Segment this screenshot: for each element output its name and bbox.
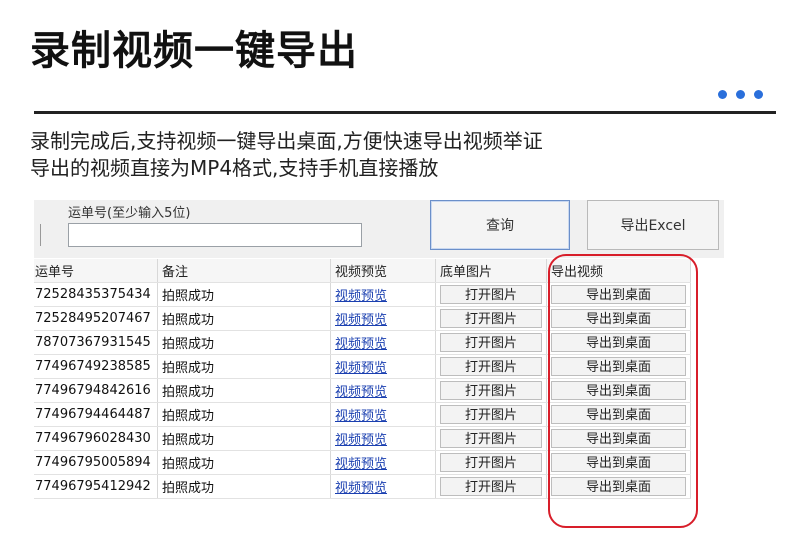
video-preview-cell: 视频预览: [330, 306, 436, 331]
video-preview-cell: 视频预览: [330, 354, 436, 379]
note-cell: 拍照成功: [157, 474, 331, 499]
note-cell: 拍照成功: [157, 282, 331, 307]
note-cell: 拍照成功: [157, 354, 331, 379]
open-image-button[interactable]: 打开图片: [440, 357, 542, 376]
tracking-number-cell: 72528435375434: [34, 282, 158, 307]
open-image-button[interactable]: 打开图片: [440, 309, 542, 328]
description: 录制完成后,支持视频一键导出桌面,方便快速导出视频举证 导出的视频直接为MP4格…: [30, 128, 543, 182]
video-preview-link[interactable]: 视频预览: [335, 409, 387, 424]
receipt-image-cell: 打开图片: [435, 354, 547, 379]
open-image-button[interactable]: 打开图片: [440, 285, 542, 304]
open-image-button[interactable]: 打开图片: [440, 477, 542, 496]
tracking-number-cell: 77496796028430: [34, 426, 158, 451]
open-image-button[interactable]: 打开图片: [440, 453, 542, 472]
open-image-button[interactable]: 打开图片: [440, 405, 542, 424]
query-button[interactable]: 查询: [430, 200, 570, 250]
video-preview-cell: 视频预览: [330, 474, 436, 499]
search-toolbar: 运单号(至少输入5位) 查询 导出Excel: [34, 200, 724, 258]
note-cell: 拍照成功: [157, 426, 331, 451]
dot-icon: [718, 90, 727, 99]
video-preview-link[interactable]: 视频预览: [335, 481, 387, 496]
dot-icon: [736, 90, 745, 99]
tracking-number-input[interactable]: [68, 223, 362, 247]
left-control-edge: [34, 224, 41, 246]
video-preview-link[interactable]: 视频预览: [335, 361, 387, 376]
receipt-image-cell: 打开图片: [435, 402, 547, 427]
video-preview-cell: 视频预览: [330, 426, 436, 451]
note-cell: 拍照成功: [157, 402, 331, 427]
open-image-button[interactable]: 打开图片: [440, 381, 542, 400]
export-column-highlight: [548, 254, 698, 528]
tracking-number-label: 运单号(至少输入5位): [68, 206, 191, 221]
description-line-1: 录制完成后,支持视频一键导出桌面,方便快速导出视频举证: [30, 129, 543, 153]
receipt-image-cell: 打开图片: [435, 282, 547, 307]
receipt-image-cell: 打开图片: [435, 426, 547, 451]
dot-icon: [754, 90, 763, 99]
video-preview-cell: 视频预览: [330, 402, 436, 427]
page-title: 录制视频一键导出: [30, 28, 358, 74]
tracking-number-cell: 78707367931545: [34, 330, 158, 355]
column-header-tracking-number[interactable]: 运单号: [34, 259, 158, 283]
tracking-number-cell: 77496749238585: [34, 354, 158, 379]
open-image-button[interactable]: 打开图片: [440, 429, 542, 448]
video-preview-link[interactable]: 视频预览: [335, 289, 387, 304]
note-cell: 拍照成功: [157, 378, 331, 403]
note-cell: 拍照成功: [157, 330, 331, 355]
description-line-2: 导出的视频直接为MP4格式,支持手机直接播放: [30, 156, 439, 180]
tracking-number-cell: 77496794842616: [34, 378, 158, 403]
video-preview-link[interactable]: 视频预览: [335, 433, 387, 448]
tracking-number-cell: 77496795005894: [34, 450, 158, 475]
video-preview-cell: 视频预览: [330, 330, 436, 355]
column-header-receipt-image[interactable]: 底单图片: [435, 259, 547, 283]
receipt-image-cell: 打开图片: [435, 450, 547, 475]
tracking-number-cell: 77496794464487: [34, 402, 158, 427]
video-preview-cell: 视频预览: [330, 282, 436, 307]
open-image-button[interactable]: 打开图片: [440, 333, 542, 352]
title-divider: [34, 111, 776, 114]
receipt-image-cell: 打开图片: [435, 306, 547, 331]
tracking-number-cell: 77496795412942: [34, 474, 158, 499]
video-preview-cell: 视频预览: [330, 378, 436, 403]
export-excel-button[interactable]: 导出Excel: [587, 200, 719, 250]
video-preview-link[interactable]: 视频预览: [335, 313, 387, 328]
video-preview-link[interactable]: 视频预览: [335, 457, 387, 472]
note-cell: 拍照成功: [157, 306, 331, 331]
decorative-dots: [718, 90, 763, 99]
receipt-image-cell: 打开图片: [435, 330, 547, 355]
column-header-note[interactable]: 备注: [157, 259, 331, 283]
note-cell: 拍照成功: [157, 450, 331, 475]
receipt-image-cell: 打开图片: [435, 474, 547, 499]
column-header-video-preview[interactable]: 视频预览: [330, 259, 436, 283]
video-preview-link[interactable]: 视频预览: [335, 385, 387, 400]
receipt-image-cell: 打开图片: [435, 378, 547, 403]
video-preview-cell: 视频预览: [330, 450, 436, 475]
video-preview-link[interactable]: 视频预览: [335, 337, 387, 352]
tracking-number-cell: 72528495207467: [34, 306, 158, 331]
